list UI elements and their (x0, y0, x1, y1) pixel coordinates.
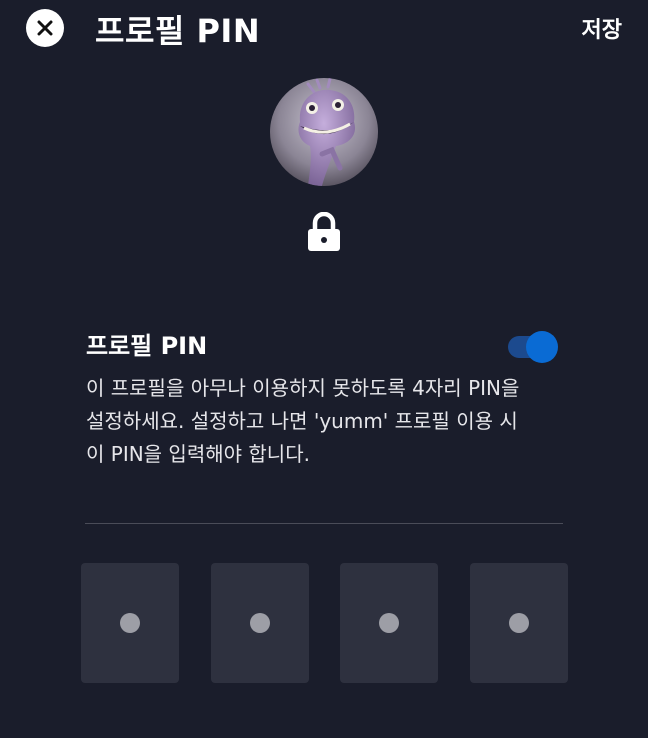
pin-toggle[interactable] (506, 330, 560, 364)
save-button[interactable]: 저장 (582, 12, 622, 44)
pin-digit-3[interactable] (340, 563, 438, 683)
pin-digit-2[interactable] (211, 563, 309, 683)
page-title: 프로필 PIN (95, 12, 261, 50)
pin-section-title: 프로필 PIN (86, 332, 208, 360)
pin-dot (379, 613, 399, 633)
close-icon (37, 20, 53, 36)
pin-digit-4[interactable] (470, 563, 568, 683)
pin-dot (120, 613, 140, 633)
divider (85, 523, 563, 524)
lock-icon (306, 211, 342, 252)
avatar (270, 78, 378, 186)
pin-dot (509, 613, 529, 633)
pin-digit-1[interactable] (81, 563, 179, 683)
pin-description: 이 프로필을 아무나 이용하지 못하도록 4자리 PIN을 설정하세요. 설정하… (86, 376, 520, 466)
header: 프로필 PIN 저장 (0, 0, 648, 56)
avatar-lizard-character-icon (270, 78, 378, 186)
close-button[interactable] (26, 9, 64, 47)
pin-dot (250, 613, 270, 633)
toggle-knob (526, 331, 558, 363)
